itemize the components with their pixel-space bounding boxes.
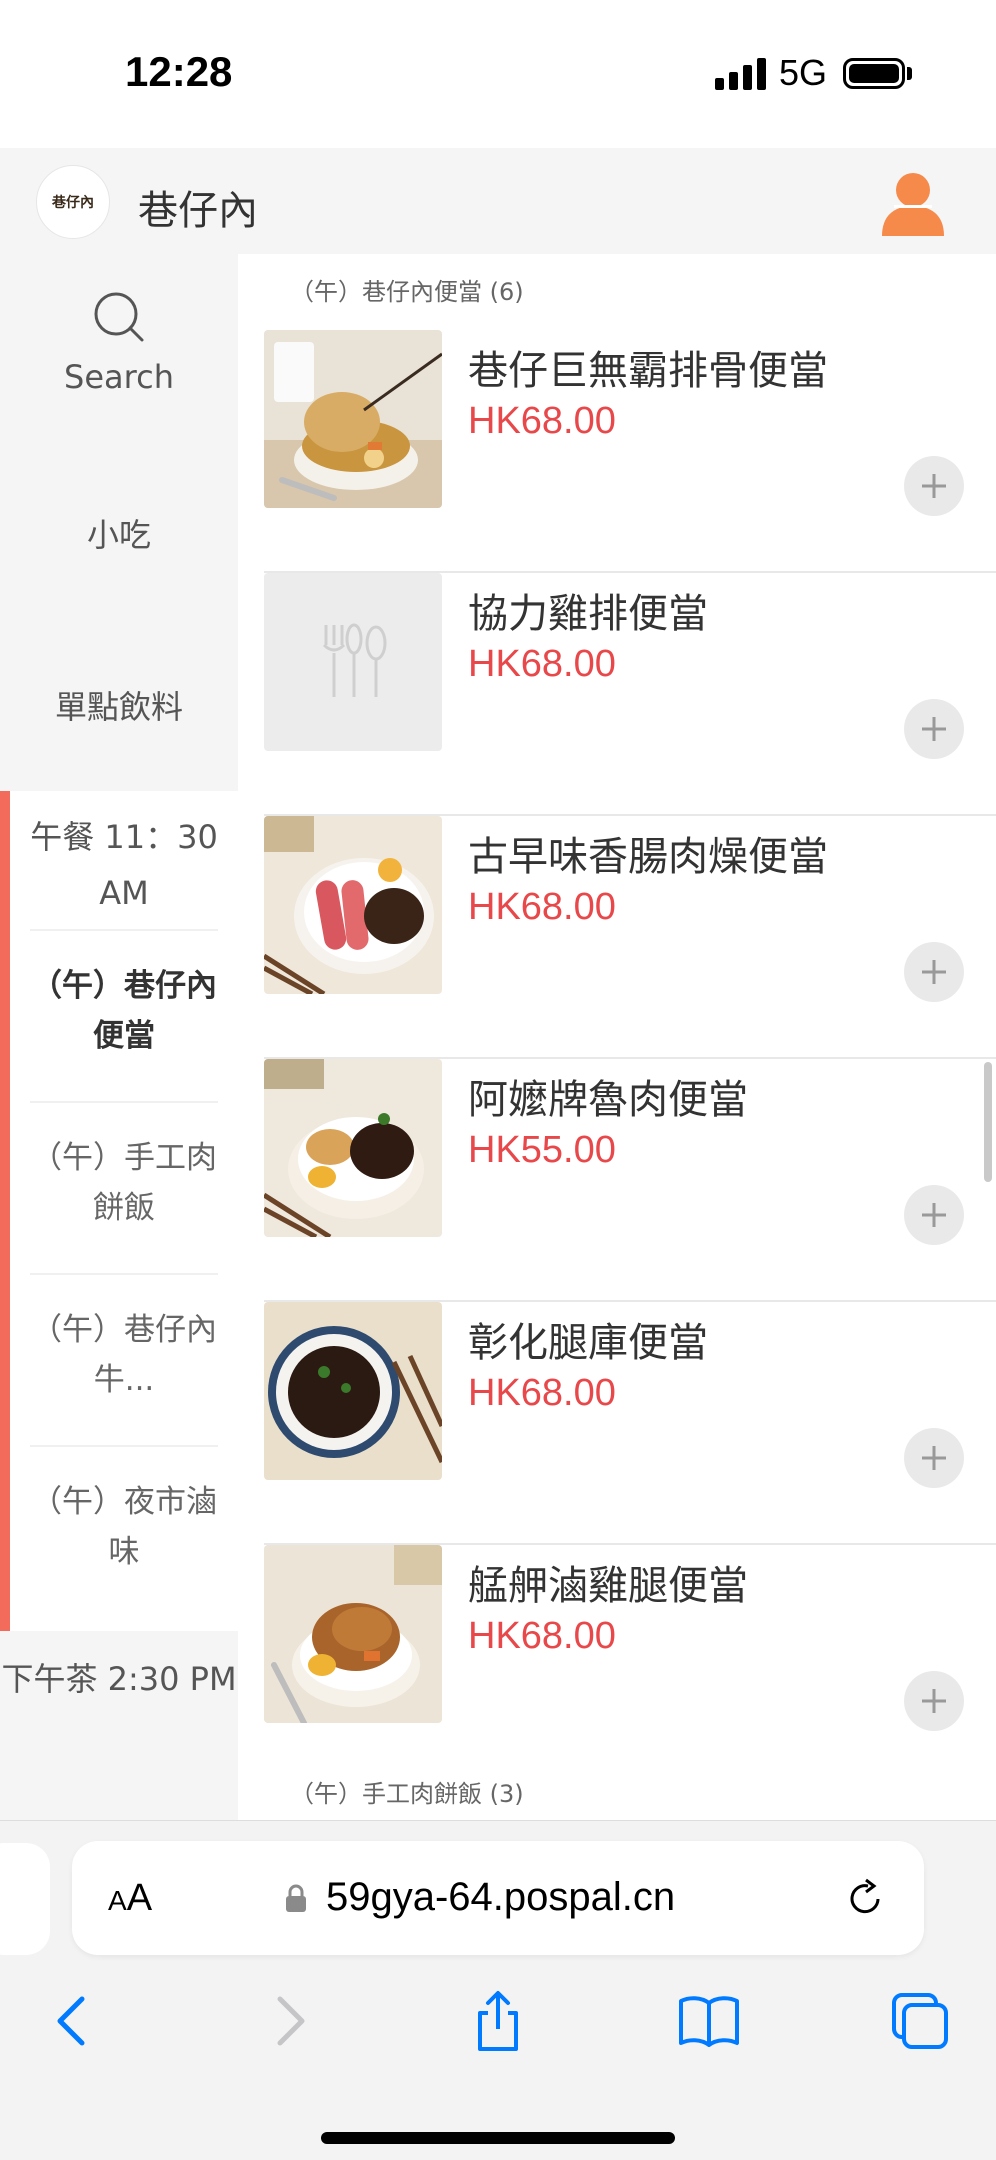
product-card[interactable]: 阿嬤牌魯肉便當 HK55.00 <box>264 1059 996 1302</box>
product-image <box>264 330 442 508</box>
back-icon[interactable] <box>42 1989 106 2053</box>
tabs-icon[interactable] <box>888 1989 952 2053</box>
product-name: 艋舺滷雞腿便當 <box>468 1563 748 1609</box>
status-bar: 12:28 5G <box>0 0 996 148</box>
category-sidebar: Search 小吃 單點飲料 午餐 11：30 AM （午）巷仔內便當 （午）手… <box>0 254 238 1820</box>
product-name: 巷仔巨無霸排骨便當 <box>468 348 828 394</box>
lock-icon <box>286 1884 306 1912</box>
plus-icon <box>922 1203 946 1227</box>
product-image <box>264 1302 442 1480</box>
section-header: （午）巷仔內便當 (6) <box>290 278 524 306</box>
url-text: 59gya-64.pospal.cn <box>326 1875 676 1919</box>
product-price: HK68.00 <box>468 400 616 442</box>
sidebar-subitem-braised[interactable]: （午）夜市滷味 <box>30 1445 218 1617</box>
add-to-cart-button[interactable] <box>904 699 964 759</box>
battery-icon <box>843 58 905 89</box>
scrollbar-thumb[interactable] <box>984 1062 992 1182</box>
shop-logo-text: 巷仔內 <box>52 195 94 211</box>
cellular-signal-icon <box>715 58 767 90</box>
product-card[interactable]: 艋舺滷雞腿便當 HK68.00 <box>264 1545 996 1788</box>
status-time: 12:28 <box>125 48 233 95</box>
plus-icon <box>922 1446 946 1470</box>
add-to-cart-button[interactable] <box>904 1671 964 1731</box>
shop-logo[interactable]: 巷仔內 <box>36 165 110 239</box>
plus-icon <box>922 717 946 741</box>
previous-tab-preview[interactable] <box>0 1843 50 1955</box>
active-group-indicator <box>0 791 10 1631</box>
sidebar-subitem-beef[interactable]: （午）巷仔內牛... <box>30 1273 218 1429</box>
product-price: HK68.00 <box>468 643 616 685</box>
home-indicator <box>321 2132 675 2144</box>
product-card[interactable]: 古早味香腸肉燥便當 HK68.00 <box>264 816 996 1059</box>
reader-settings-button[interactable]: AA <box>108 1877 152 1920</box>
sidebar-subitem-bento[interactable]: （午）巷仔內便當 <box>30 929 218 1101</box>
add-to-cart-button[interactable] <box>904 456 964 516</box>
product-list: （午）巷仔內便當 (6) 巷仔巨無霸排骨便當 HK68.00 協力雞排便當 HK… <box>238 254 996 1820</box>
product-card[interactable]: 彰化腿庫便當 HK68.00 <box>264 1302 996 1545</box>
product-card[interactable]: 巷仔巨無霸排骨便當 HK68.00 <box>264 330 996 573</box>
battery-tip <box>907 67 912 80</box>
browser-toolbar: AA 59gya-64.pospal.cn <box>0 1820 996 2160</box>
plus-icon <box>922 474 946 498</box>
sidebar-search[interactable]: Search <box>0 290 238 396</box>
product-price: HK68.00 <box>468 1372 616 1414</box>
search-icon <box>94 292 144 342</box>
product-price: HK68.00 <box>468 886 616 928</box>
sidebar-item-snacks[interactable]: 小吃 <box>0 510 238 556</box>
address-bar[interactable]: AA 59gya-64.pospal.cn <box>72 1841 924 1955</box>
product-price: HK68.00 <box>468 1615 616 1657</box>
forward-icon[interactable] <box>256 1989 320 2053</box>
product-price: HK55.00 <box>468 1129 616 1171</box>
app-header: 巷仔內 巷仔內 <box>0 148 996 254</box>
product-name: 阿嬤牌魯肉便當 <box>468 1077 748 1123</box>
section-header: （午）手工肉餅飯 (3) <box>290 1780 524 1808</box>
share-icon[interactable] <box>466 1989 530 2053</box>
product-card[interactable]: 協力雞排便當 HK68.00 <box>264 573 996 816</box>
product-image <box>264 1059 442 1237</box>
add-to-cart-button[interactable] <box>904 1428 964 1488</box>
product-name: 古早味香腸肉燥便當 <box>468 834 828 880</box>
sidebar-search-label: Search <box>64 358 174 396</box>
shop-title: 巷仔內 <box>138 188 258 234</box>
network-type: 5G <box>779 52 828 93</box>
product-image <box>264 1545 442 1723</box>
bookmarks-icon[interactable] <box>677 1989 741 2053</box>
plus-icon <box>922 1689 946 1713</box>
sidebar-group-lunch: 午餐 11：30 AM （午）巷仔內便當 （午）手工肉餅飯 （午）巷仔內牛...… <box>0 791 238 1631</box>
product-image-placeholder <box>264 573 442 751</box>
sidebar-group-afternoon-tea[interactable]: 下午茶 2:30 PM <box>0 1651 238 1707</box>
product-image <box>264 816 442 994</box>
sidebar-group-title[interactable]: 午餐 11：30 AM <box>10 809 238 921</box>
plus-icon <box>922 960 946 984</box>
add-to-cart-button[interactable] <box>904 942 964 1002</box>
add-to-cart-button[interactable] <box>904 1185 964 1245</box>
user-account-icon[interactable] <box>880 170 946 236</box>
sidebar-item-drinks[interactable]: 單點飲料 <box>0 682 238 728</box>
sidebar-subitem-meat-patty[interactable]: （午）手工肉餅飯 <box>30 1101 218 1273</box>
reload-icon[interactable] <box>844 1877 886 1919</box>
product-name: 協力雞排便當 <box>468 591 708 637</box>
product-name: 彰化腿庫便當 <box>468 1320 708 1366</box>
